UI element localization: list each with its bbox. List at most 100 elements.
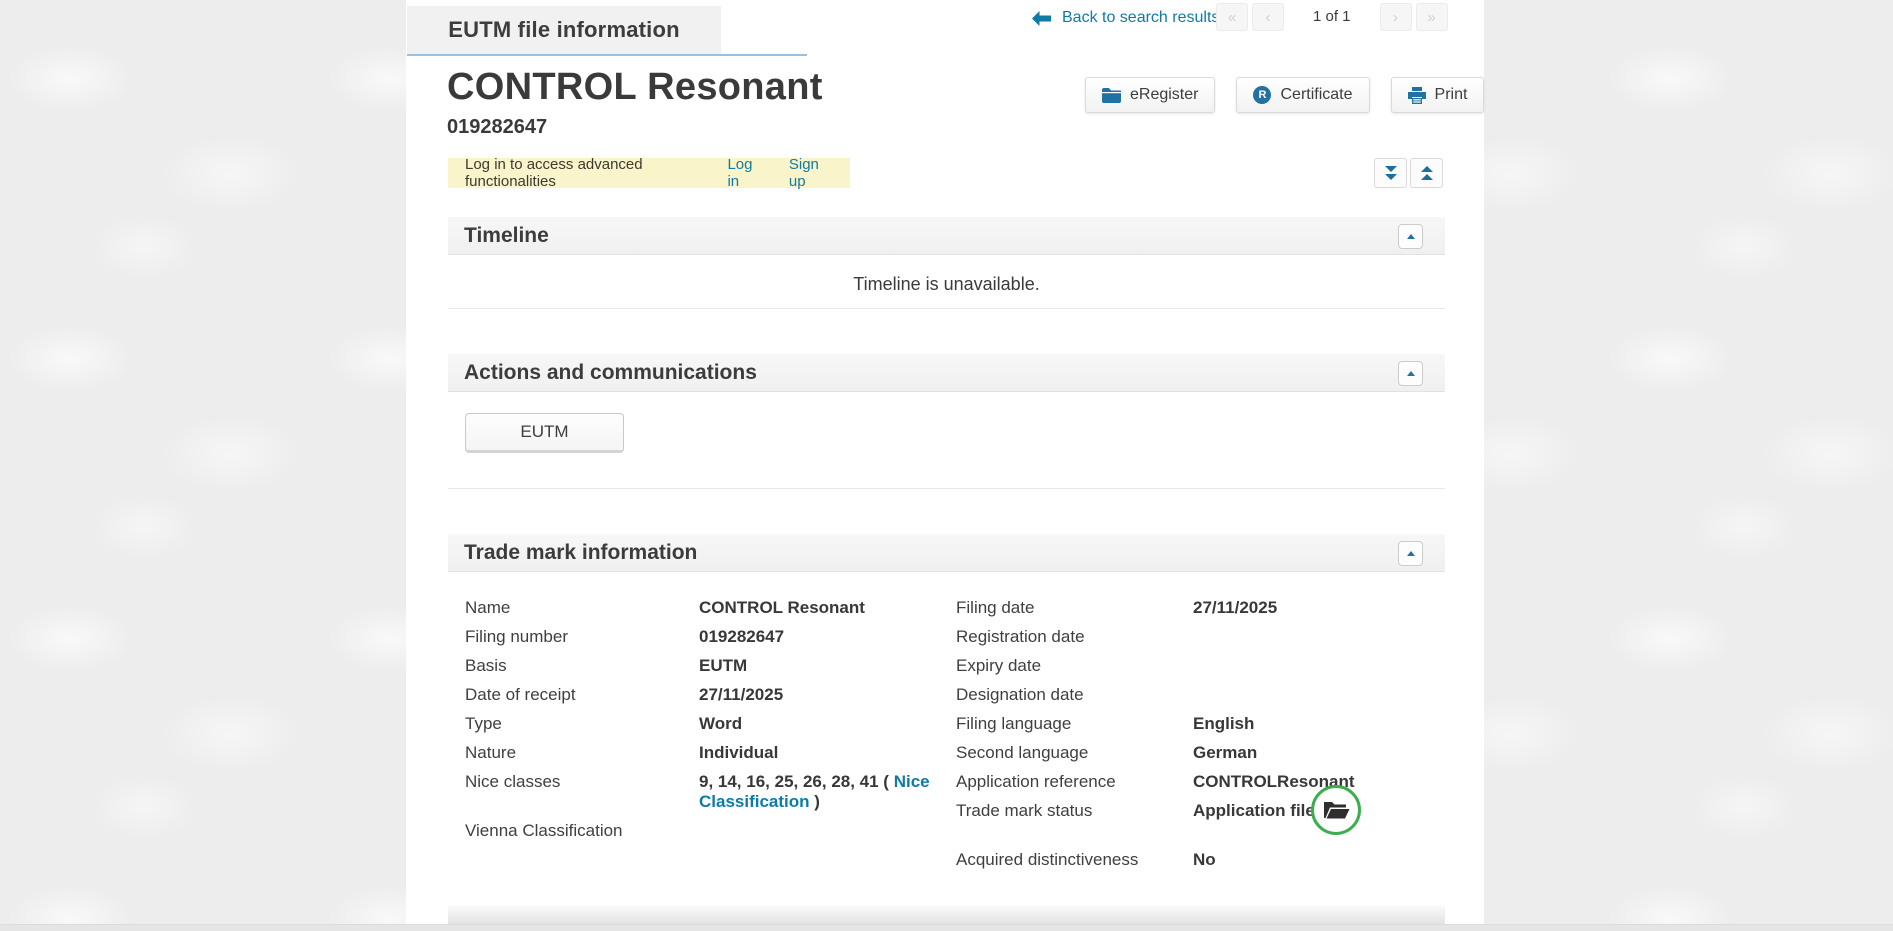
double-chevron-up-icon (1421, 166, 1433, 172)
field-row-filing-date: Filing date 27/11/2025 (956, 598, 1476, 618)
field-label: Designation date (956, 685, 1193, 705)
field-row-acquired-distinctiveness: Acquired distinctiveness No (956, 850, 1476, 870)
eregister-label: eRegister (1130, 86, 1198, 104)
field-value: No (1193, 850, 1476, 870)
field-value: Word (699, 714, 955, 734)
field-label: Application reference (956, 772, 1193, 792)
field-value: CONTROL Resonant (699, 598, 955, 618)
collapse-all-sections-button[interactable] (1410, 158, 1443, 188)
field-label: Name (465, 598, 699, 618)
tab-eutm-file-information[interactable]: EUTM file information (407, 6, 721, 54)
trademark-section-header: Trade mark information (448, 534, 1445, 572)
field-row-registration-date: Registration date (956, 627, 1476, 647)
field-row-date-of-receipt: Date of receipt 27/11/2025 (465, 685, 955, 705)
print-button[interactable]: Print (1391, 77, 1485, 113)
field-row-application-reference: Application reference CONTROLResonant (956, 772, 1476, 792)
printer-icon (1408, 87, 1426, 104)
timeline-collapse-button[interactable] (1398, 224, 1423, 249)
header-action-buttons: eRegister R Certificate Print (1085, 77, 1484, 113)
actions-communications-section: Actions and communications EUTM (448, 354, 1445, 489)
actions-section-header: Actions and communications (448, 354, 1445, 392)
login-banner-message: Log in to access advanced functionalitie… (465, 156, 701, 190)
field-label: Expiry date (956, 656, 1193, 676)
field-row-filing-number: Filing number 019282647 (465, 627, 955, 647)
field-row-vienna-classification: Vienna Classification (465, 821, 955, 841)
page-content: EUTM file information Back to search res… (406, 0, 1484, 931)
field-value: German (1193, 743, 1476, 763)
back-arrow-icon (1032, 11, 1051, 26)
field-value (1193, 656, 1476, 676)
field-value: 019282647 (699, 627, 955, 647)
expand-all-sections-button[interactable] (1374, 158, 1407, 188)
field-value (1193, 627, 1476, 647)
field-label: Nice classes (465, 772, 699, 812)
field-value: EUTM (699, 656, 955, 676)
actions-section-title: Actions and communications (464, 361, 757, 385)
folder-icon (1102, 88, 1121, 103)
field-label: Vienna Classification (465, 821, 699, 841)
timeline-section-title: Timeline (464, 224, 549, 248)
previous-page-button[interactable]: ‹ (1252, 3, 1284, 31)
trademark-name-title: CONTROL Resonant (447, 66, 823, 109)
field-label: Basis (465, 656, 699, 676)
next-page-button[interactable]: › (1380, 3, 1412, 31)
trademark-left-column: Name CONTROL Resonant Filing number 0192… (465, 598, 955, 850)
trademark-section-title: Trade mark information (464, 541, 697, 565)
field-row-nice-classes: Nice classes 9, 14, 16, 25, 26, 28, 41 (… (465, 772, 955, 812)
field-label: Registration date (956, 627, 1193, 647)
registered-mark-icon: R (1253, 86, 1271, 104)
field-value (699, 821, 955, 841)
application-number: 019282647 (447, 116, 547, 139)
field-label: Second language (956, 743, 1193, 763)
field-row-basis: Basis EUTM (465, 656, 955, 676)
field-value: 9, 14, 16, 25, 26, 28, 41 ( Nice Classif… (699, 772, 955, 812)
signup-link[interactable]: Sign up (789, 156, 833, 190)
field-row-trademark-status: Trade mark status Application filed (956, 801, 1476, 821)
field-label: Date of receipt (465, 685, 699, 705)
field-value: 27/11/2025 (1193, 598, 1476, 618)
timeline-unavailable-message: Timeline is unavailable. (448, 255, 1445, 295)
field-value: 27/11/2025 (699, 685, 955, 705)
field-row-designation-date: Designation date (956, 685, 1476, 705)
field-value (1193, 685, 1476, 705)
print-label: Print (1435, 86, 1468, 104)
field-label: Type (465, 714, 699, 734)
open-folder-green-circle-icon (1311, 785, 1361, 835)
caret-up-icon (1407, 234, 1415, 239)
double-chevron-down-icon (1385, 166, 1397, 172)
expand-collapse-controls (1374, 158, 1443, 188)
field-label: Acquired distinctiveness (956, 850, 1193, 870)
field-row-second-language: Second language German (956, 743, 1476, 763)
trademark-right-column: Filing date 27/11/2025 Registration date… (956, 598, 1476, 879)
field-row-filing-language: Filing language English (956, 714, 1476, 734)
eregister-button[interactable]: eRegister (1085, 77, 1215, 113)
field-value: Individual (699, 743, 955, 763)
back-link-label: Back to search results (1062, 9, 1219, 27)
field-label: Trade mark status (956, 801, 1193, 821)
field-row-expiry-date: Expiry date (956, 656, 1476, 676)
result-pager: « ‹ 1 of 1 › » (1216, 3, 1448, 31)
field-row-nature: Nature Individual (465, 743, 955, 763)
page-count-label: 1 of 1 (1313, 3, 1351, 31)
last-page-button[interactable]: » (1416, 3, 1448, 31)
tab-underline (407, 54, 807, 56)
field-row-type: Type Word (465, 714, 955, 734)
eutm-tab-button[interactable]: EUTM (465, 413, 624, 453)
trademark-collapse-button[interactable] (1398, 541, 1423, 566)
timeline-section: Timeline Timeline is unavailable. (448, 217, 1445, 309)
field-row-name: Name CONTROL Resonant (465, 598, 955, 618)
caret-up-icon (1407, 371, 1415, 376)
timeline-section-header: Timeline (448, 217, 1445, 255)
trademark-information-section: Trade mark information Name CONTROL Reso… (448, 534, 1445, 924)
caret-up-icon (1407, 551, 1415, 556)
first-page-button[interactable]: « (1216, 3, 1248, 31)
back-to-search-results-link[interactable]: Back to search results (1032, 9, 1219, 27)
actions-collapse-button[interactable] (1398, 361, 1423, 386)
field-label: Filing language (956, 714, 1193, 734)
field-value: English (1193, 714, 1476, 734)
login-link[interactable]: Log in (727, 156, 762, 190)
field-label: Filing number (465, 627, 699, 647)
certificate-label: Certificate (1280, 86, 1352, 104)
next-section-header-partial (448, 905, 1445, 924)
certificate-button[interactable]: R Certificate (1236, 77, 1369, 113)
